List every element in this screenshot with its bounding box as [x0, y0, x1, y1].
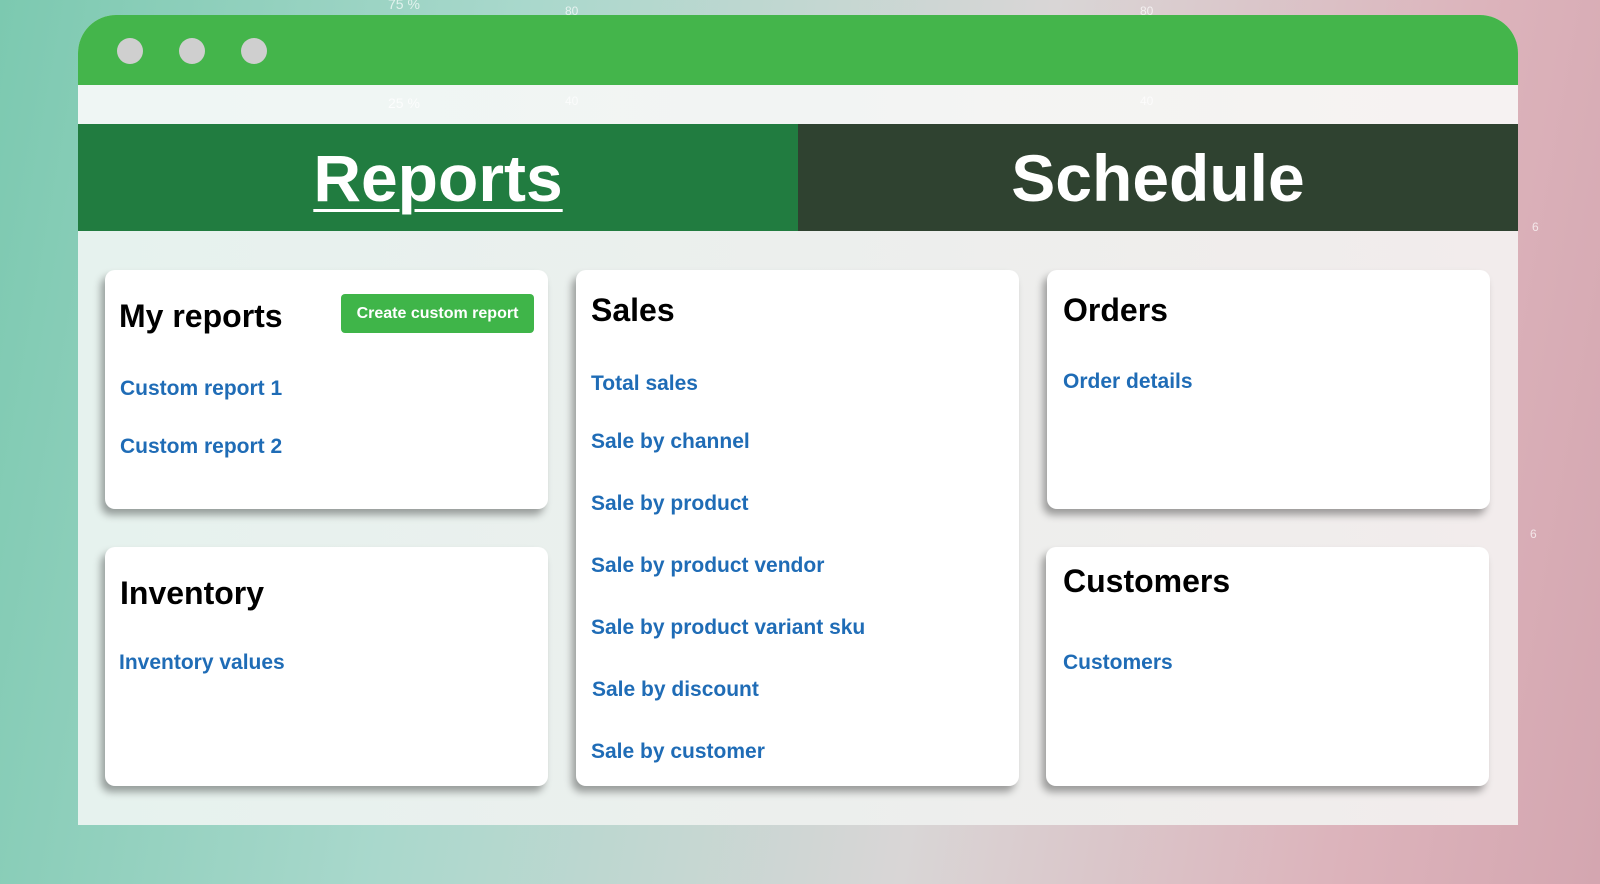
link-custom-report-1[interactable]: Custom report 1 [120, 377, 282, 401]
window-maximize-dot[interactable] [241, 38, 267, 64]
window-minimize-dot[interactable] [179, 38, 205, 64]
title-bar [78, 15, 1518, 85]
background-label: 75 % [388, 0, 420, 12]
link-sale-by-channel[interactable]: Sale by channel [591, 430, 750, 454]
link-sale-by-product-vendor[interactable]: Sale by product vendor [591, 554, 824, 578]
inventory-card: Inventory Inventory values [105, 547, 548, 786]
link-order-details[interactable]: Order details [1063, 370, 1193, 394]
app-window: 25 % 40 40 Reports Schedule My reports C… [78, 15, 1518, 825]
link-inventory-values[interactable]: Inventory values [119, 651, 285, 675]
window-close-dot[interactable] [117, 38, 143, 64]
card-title: Orders [1063, 292, 1168, 328]
tab-reports[interactable]: Reports [78, 124, 798, 231]
sales-card: Sales Total sales Sale by channel Sale b… [576, 270, 1019, 786]
card-title: Inventory [120, 575, 265, 611]
tab-reports-label: Reports [313, 140, 563, 215]
link-sale-by-customer[interactable]: Sale by customer [591, 740, 765, 764]
tab-bar: Reports Schedule [78, 124, 1518, 231]
orders-card: Orders Order details [1047, 270, 1490, 509]
link-custom-report-2[interactable]: Custom report 2 [120, 435, 282, 459]
my-reports-card: My reports Create custom report Custom r… [105, 270, 548, 509]
card-title: My reports [119, 298, 283, 334]
card-title: Customers [1063, 563, 1231, 599]
toolbar-strip: 25 % 40 40 [78, 85, 1518, 124]
card-title: Sales [591, 292, 675, 328]
background-label: 6 [1532, 220, 1539, 234]
background-label: 25 % [388, 95, 420, 111]
tab-schedule-label: Schedule [1011, 140, 1305, 215]
link-customers[interactable]: Customers [1063, 651, 1173, 675]
link-sale-by-product[interactable]: Sale by product [591, 492, 749, 516]
background-label: 40 [1140, 94, 1154, 108]
link-total-sales[interactable]: Total sales [591, 372, 698, 396]
create-custom-report-button[interactable]: Create custom report [341, 294, 534, 333]
background-label: 40 [565, 94, 579, 108]
customers-card: Customers Customers [1046, 547, 1489, 786]
link-sale-by-discount[interactable]: Sale by discount [592, 678, 759, 702]
background-label: 6 [1530, 527, 1537, 541]
tab-schedule[interactable]: Schedule [798, 124, 1518, 231]
link-sale-by-product-variant-sku[interactable]: Sale by product variant sku [591, 616, 865, 640]
